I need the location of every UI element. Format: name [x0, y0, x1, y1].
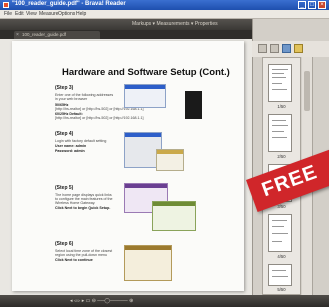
menu-view[interactable]: View	[26, 10, 37, 18]
thumbnail-label: 4/50	[277, 254, 286, 259]
page-heading: Hardware and Software Setup (Cont.)	[62, 67, 230, 78]
pdf-page: Hardware and Software Setup (Cont.) (Ste…	[12, 41, 244, 291]
step-text: Password: admin	[55, 149, 85, 153]
page-thumbnail[interactable]	[268, 114, 292, 152]
step-text: region using the pull-down menu	[55, 253, 107, 257]
page-navigation-controls[interactable]: ◂ ◃ ▹ ▸ ▭ ⊖ ──◯───── ⊕	[70, 297, 133, 305]
thumbnail-toolbar	[252, 41, 329, 57]
document-tab[interactable]: × 100_reader_guide.pdf	[14, 31, 100, 39]
tab-label: 100_reader_guide.pdf	[22, 32, 67, 37]
browser-screenshot	[124, 84, 166, 108]
tab-close-icon[interactable]: ×	[16, 32, 19, 38]
device-image	[185, 91, 202, 119]
menu-edit[interactable]: Edit	[15, 10, 24, 18]
step-title: (Step 3)	[55, 85, 74, 91]
step-title: (Step 6)	[55, 241, 74, 247]
close-button[interactable]: ×	[318, 1, 326, 9]
menu-file[interactable]: File	[4, 10, 12, 18]
step-text: in your web browser	[55, 97, 88, 101]
toolbar-nav[interactable]: Markups ▾ Measurements ▾ Properties	[132, 20, 218, 29]
reader-window: "100_reader_guide.pdf" - Brava! Reader _…	[0, 0, 329, 307]
login-dialog-screenshot	[156, 149, 184, 171]
step-title: (Step 5)	[55, 185, 74, 191]
menu-options[interactable]: Options	[58, 10, 75, 18]
window-title: "100_reader_guide.pdf" - Brava! Reader	[12, 1, 126, 7]
scrollbar-thumb[interactable]	[304, 71, 310, 111]
zoom-in-icon[interactable]	[270, 44, 279, 53]
main-toolbar: Markups ▾ Measurements ▾ Properties	[0, 19, 252, 30]
minimize-button[interactable]: _	[298, 1, 306, 9]
thumbnail-view-icon[interactable]	[282, 44, 291, 53]
step-text: Click Next to continue	[55, 258, 93, 262]
page-thumbnail[interactable]	[268, 214, 292, 252]
status-bar: ◂ ◃ ▹ ▸ ▭ ⊖ ──◯───── ⊕	[0, 295, 329, 307]
step-title: (Step 4)	[55, 131, 74, 137]
menu-measure[interactable]: Measure	[39, 10, 58, 18]
timezone-screenshot	[124, 245, 172, 281]
thumbnail-label: 1/50	[277, 104, 286, 109]
menu-bar: File Edit View Measure Options Help	[0, 10, 329, 19]
zoom-out-icon[interactable]	[258, 44, 267, 53]
document-tab-bar: × 100_reader_guide.pdf	[0, 30, 252, 39]
page-thumbnail[interactable]	[268, 64, 292, 102]
home-page-screenshot	[152, 201, 196, 231]
step-text: Wireless Home Gateway.	[55, 201, 96, 205]
maximize-button[interactable]: □	[308, 1, 316, 9]
step-text: User name: admin	[55, 144, 87, 148]
step-text: [http://hs-realtor] or [http://hs-502] o…	[55, 116, 144, 120]
bookmark-icon[interactable]	[294, 44, 303, 53]
step-text: Click Next to begin Quick Setup.	[55, 206, 111, 210]
page-thumbnail[interactable]	[268, 264, 292, 286]
app-icon	[3, 2, 9, 8]
title-bar: "100_reader_guide.pdf" - Brava! Reader _…	[0, 0, 329, 10]
menu-help[interactable]: Help	[76, 10, 86, 18]
step-text: Login with factory default setting	[55, 139, 107, 143]
thumbnail-label: 2/50	[277, 154, 286, 159]
thumbnail-label: 5/50	[277, 287, 286, 292]
